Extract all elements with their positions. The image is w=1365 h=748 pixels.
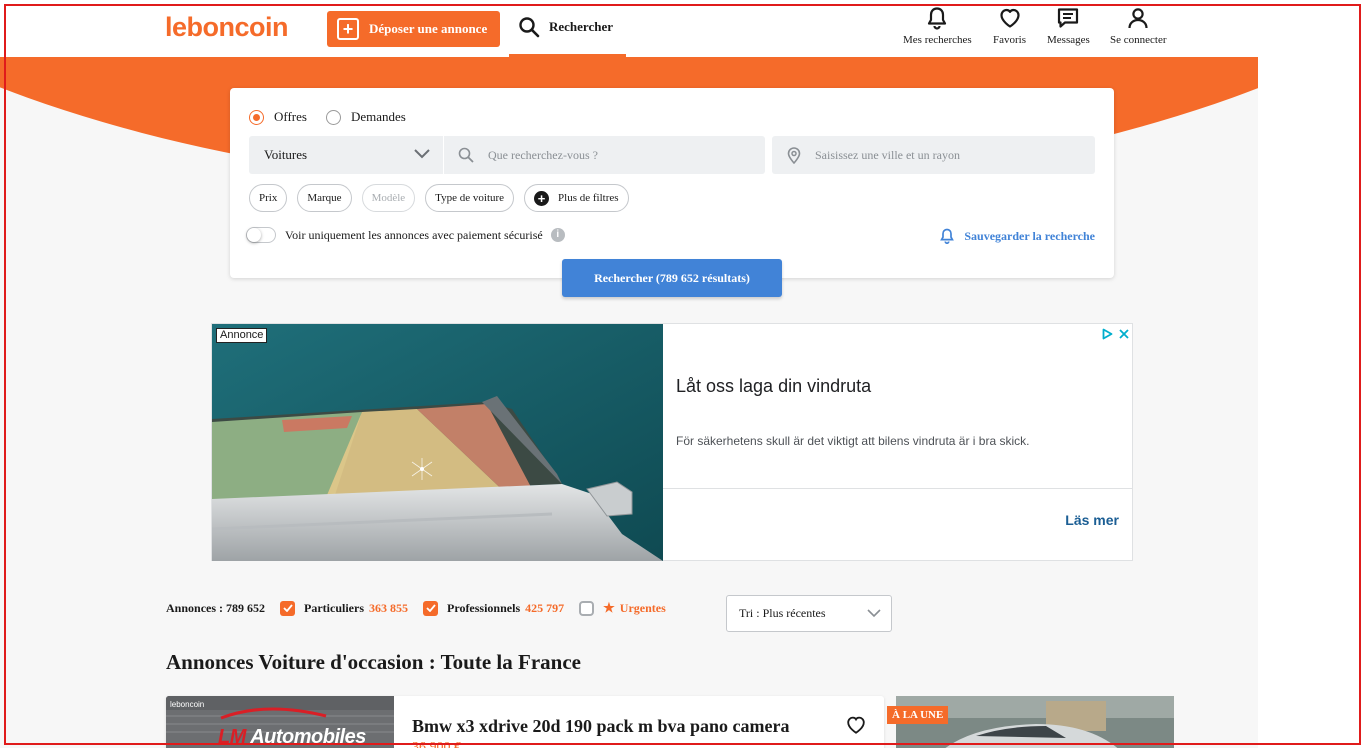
page: leboncoin + Déposer une annonce Recherch… — [0, 0, 1258, 748]
location-field[interactable] — [772, 136, 1095, 174]
filter-chips: Prix Marque Modèle Type de voiture + Plu… — [249, 184, 639, 212]
nav-messages[interactable]: Messages — [1047, 6, 1090, 46]
star-icon: ★ — [603, 600, 615, 615]
map-pin-icon — [787, 146, 801, 164]
offres-radio[interactable] — [249, 109, 264, 125]
ad-description: För säkerhetens skull är det viktigt att… — [676, 434, 1030, 448]
filter-marque[interactable]: Marque — [297, 184, 352, 212]
listing-card[interactable]: leboncoin LM Automobiles Bmw x3 xdrive 2… — [166, 696, 884, 748]
secure-payment-label: Voir uniquement les annonces avec paieme… — [285, 227, 543, 242]
nav-label: Messages — [1047, 34, 1090, 46]
ad-type-radio-group: Offres Demandes — [249, 109, 425, 125]
bell-icon — [928, 7, 947, 30]
search-icon — [519, 17, 540, 38]
demandes-label[interactable]: Demandes — [351, 109, 406, 125]
sponsored-ad[interactable]: Annonce Låt oss laga din vindruta För sä… — [211, 323, 1133, 561]
secure-payment-row: Voir uniquement les annonces avec paieme… — [246, 227, 565, 243]
featured-badge: À LA UNE — [887, 706, 949, 724]
checkmark-icon — [425, 604, 436, 612]
category-value: Voitures — [264, 147, 308, 162]
dealer-sign: LM Automobiles — [218, 726, 366, 748]
save-search-label: Sauvegarder la recherche — [964, 228, 1095, 243]
total-count: Annonces : 789 652 — [166, 600, 266, 615]
listing-thumbnail[interactable]: leboncoin LM Automobiles — [166, 696, 394, 748]
ad-title[interactable]: Låt oss laga din vindruta — [676, 376, 871, 397]
urgentes-label: Urgentes — [619, 600, 666, 615]
close-icon[interactable] — [1119, 329, 1129, 339]
sort-select[interactable]: Tri : Plus récentes — [726, 595, 892, 632]
ad-badge: Annonce — [216, 328, 268, 343]
plus-de-filtres-label: Plus de filtres — [558, 192, 619, 204]
dealer-sign-text: Automobiles — [250, 726, 366, 748]
chevron-down-icon — [867, 609, 881, 618]
professionnels-count: 425 797 — [525, 600, 565, 615]
thumbnail-watermark: leboncoin — [170, 700, 205, 709]
urgentes-checkbox[interactable] — [579, 600, 595, 616]
right-blank-area — [1258, 0, 1365, 748]
particuliers-label[interactable]: Particuliers — [304, 601, 364, 616]
demandes-radio[interactable] — [325, 109, 341, 125]
nav-se-connecter[interactable]: Se connecter — [1110, 6, 1167, 46]
results-filter-bar: Annonces : 789 652 Particuliers 363 855 … — [166, 600, 666, 616]
filter-type-voiture[interactable]: Type de voiture — [425, 184, 515, 212]
post-ad-label: Déposer une annonce — [369, 21, 488, 36]
ad-image[interactable]: Annonce — [212, 324, 663, 561]
search-submit-button[interactable]: Rechercher (789 652 résultats) — [562, 259, 782, 297]
search-query-field[interactable] — [444, 136, 765, 174]
search-tab-label: Rechercher — [549, 19, 614, 34]
checkmark-icon — [282, 604, 293, 612]
heart-icon — [999, 8, 1020, 28]
search-tab[interactable]: Rechercher — [509, 0, 626, 57]
plus-square-icon: + — [337, 18, 359, 40]
user-icon — [1128, 8, 1148, 29]
post-ad-button[interactable]: + Déposer une annonce — [327, 11, 500, 47]
search-card: Offres Demandes Voitures Prix Marque Mod… — [230, 88, 1114, 278]
professionnels-label[interactable]: Professionnels — [447, 601, 520, 616]
plus-circle-icon: + — [534, 190, 550, 206]
listing-title[interactable]: Bmw x3 xdrive 20d 190 pack m bva pano ca… — [412, 716, 790, 737]
info-icon[interactable]: i — [550, 228, 565, 242]
search-input[interactable] — [488, 147, 748, 163]
nav-favoris[interactable]: Favoris — [993, 6, 1026, 46]
search-icon — [458, 147, 474, 163]
nav-label: Favoris — [993, 34, 1026, 46]
nav-mes-recherches[interactable]: Mes recherches — [903, 6, 972, 46]
ad-choices[interactable] — [1102, 328, 1129, 340]
leboncoin-logo[interactable]: leboncoin — [165, 12, 289, 43]
heart-icon[interactable] — [845, 714, 867, 735]
ad-content: Låt oss laga din vindruta För säkerheten… — [663, 324, 1133, 561]
category-select[interactable]: Voitures — [249, 136, 443, 174]
adchoices-play-icon — [1102, 328, 1113, 340]
particuliers-count: 363 855 — [369, 600, 408, 615]
filter-plus-de-filtres[interactable]: + Plus de filtres — [524, 184, 629, 212]
filter-modele: Modèle — [361, 184, 416, 212]
divider — [663, 488, 1133, 489]
secure-payment-toggle[interactable] — [246, 227, 276, 243]
listing-price: 36 900 € — [412, 740, 461, 748]
urgentes-filter[interactable]: ★ Urgentes — [603, 600, 666, 616]
nav-label: Se connecter — [1110, 34, 1167, 46]
car-windshield-illustration — [212, 324, 663, 561]
bell-icon — [940, 228, 955, 244]
message-icon — [1058, 8, 1079, 28]
filter-prix[interactable]: Prix — [249, 184, 288, 212]
page-title: Annonces Voiture d'occasion : Toute la F… — [166, 650, 581, 674]
save-search-link[interactable]: Sauvegarder la recherche — [940, 228, 1095, 244]
location-input[interactable] — [815, 147, 1075, 163]
offres-label[interactable]: Offres — [274, 109, 307, 125]
top-header: leboncoin + Déposer une annonce Recherch… — [0, 0, 1258, 57]
sort-value: Tri : Plus récentes — [739, 606, 826, 620]
dealer-sign-initials: LM — [218, 726, 246, 748]
particuliers-checkbox[interactable] — [280, 600, 296, 616]
chevron-down-icon — [414, 149, 430, 159]
nav-label: Mes recherches — [903, 34, 972, 46]
professionnels-checkbox[interactable] — [423, 600, 438, 616]
ad-cta-link[interactable]: Läs mer — [1065, 512, 1119, 528]
